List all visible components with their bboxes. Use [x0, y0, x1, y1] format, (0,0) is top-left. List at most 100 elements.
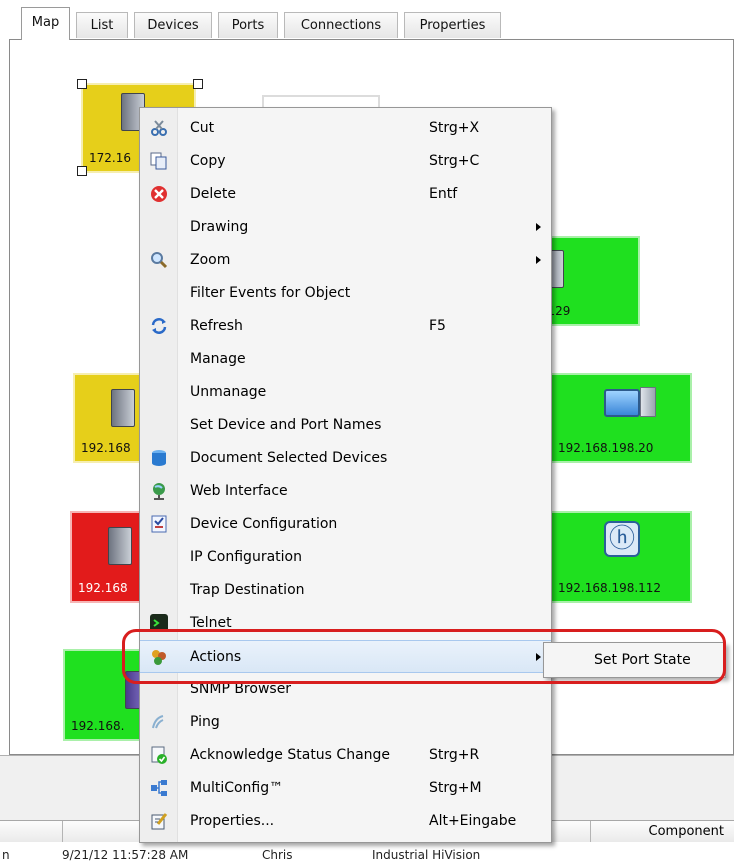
menu-item-label: Document Selected Devices	[190, 450, 388, 466]
menu-item-ping[interactable]: Ping	[140, 706, 551, 739]
menu-item-acknowledge-status[interactable]: Acknowledge Status Change Strg+R	[140, 739, 551, 772]
menu-item-set-device-port-names[interactable]: Set Device and Port Names	[140, 409, 551, 442]
event-row[interactable]: n 9/21/12 11:57:28 AM Chris Industrial H…	[0, 842, 734, 868]
menu-item-label: Ping	[190, 714, 220, 730]
menu-item-copy[interactable]: Copy Strg+C	[140, 145, 551, 178]
switch-icon	[111, 389, 135, 427]
menu-item-label: Cut	[190, 120, 215, 136]
device-node-ip: 192.168	[78, 581, 128, 595]
globe-icon	[150, 482, 168, 500]
menu-item-drawing[interactable]: Drawing	[140, 211, 551, 244]
submenu-arrow-icon	[536, 653, 541, 661]
pc-monitor-icon	[604, 389, 640, 417]
device-node-4[interactable]: 192.168.198.20	[550, 373, 692, 463]
menu-item-properties[interactable]: Properties... Alt+Eingabe	[140, 805, 551, 838]
event-cell: n	[2, 848, 10, 862]
tab-list[interactable]: List	[76, 12, 128, 38]
selection-handle[interactable]	[193, 79, 203, 89]
menu-item-label: Copy	[190, 153, 226, 169]
hivision-logo-icon: ⓗ	[604, 521, 640, 557]
actions-icon	[150, 648, 168, 666]
tab-properties[interactable]: Properties	[404, 12, 501, 38]
device-node-ip: 192.168.	[71, 719, 125, 733]
menu-item-label: Properties...	[190, 813, 275, 829]
menu-item-label: Trap Destination	[190, 582, 305, 598]
menu-item-shortcut: F5	[429, 318, 446, 334]
tab-devices[interactable]: Devices	[134, 12, 212, 38]
refresh-icon	[150, 317, 168, 335]
menu-item-trap-destination[interactable]: Trap Destination	[140, 574, 551, 607]
device-node-ip: 192.168	[81, 441, 131, 455]
menu-item-label: IP Configuration	[190, 549, 302, 565]
device-node-ip: 192.168.198.20	[558, 441, 654, 455]
submenu-arrow-icon	[536, 256, 541, 264]
menu-item-shortcut: Strg+X	[429, 120, 480, 136]
menu-item-label: Acknowledge Status Change	[190, 747, 391, 763]
menu-item-label: Zoom	[190, 252, 231, 268]
device-node-6[interactable]: ⓗ 192.168.198.112	[550, 511, 692, 603]
menu-item-label: Delete	[190, 186, 236, 202]
submenu-arrow-icon	[536, 223, 541, 231]
menu-item-telnet[interactable]: Telnet	[140, 607, 551, 640]
menu-item-shortcut: Strg+C	[429, 153, 480, 169]
menu-item-shortcut: Strg+M	[429, 780, 482, 796]
menu-item-unmanage[interactable]: Unmanage	[140, 376, 551, 409]
context-menu: Cut Strg+X Copy Strg+C Delete Entf Drawi…	[139, 107, 552, 843]
device-node-ip: 172.16	[89, 151, 131, 165]
properties-icon	[150, 812, 168, 830]
device-node-ip: 192.168.198.112	[558, 581, 662, 595]
tab-connections[interactable]: Connections	[284, 12, 398, 38]
menu-item-actions[interactable]: Actions	[140, 640, 551, 673]
event-timestamp: 9/21/12 11:57:28 AM	[62, 848, 189, 862]
actions-submenu: Set Port State	[543, 642, 726, 678]
menu-item-label: MultiConfig™	[190, 780, 284, 796]
menu-item-web-interface[interactable]: Web Interface	[140, 475, 551, 508]
column-header-component[interactable]: Component	[590, 821, 734, 843]
menu-item-shortcut: Entf	[429, 186, 458, 202]
ping-icon	[150, 713, 168, 731]
submenu-item-set-port-state[interactable]: Set Port State	[594, 643, 691, 677]
menu-item-label: Telnet	[190, 615, 232, 631]
selection-handle[interactable]	[77, 79, 87, 89]
menu-item-label: Web Interface	[190, 483, 288, 499]
menu-item-refresh[interactable]: Refresh F5	[140, 310, 551, 343]
column-header[interactable]	[0, 821, 63, 843]
acknowledge-icon	[150, 746, 168, 764]
multiconfig-icon	[150, 779, 168, 797]
magnifier-icon	[150, 251, 168, 269]
copy-icon	[150, 152, 168, 170]
terminal-icon	[150, 614, 168, 632]
menu-item-cut[interactable]: Cut Strg+X	[140, 112, 551, 145]
pc-tower-icon	[640, 387, 656, 417]
menu-item-manage[interactable]: Manage	[140, 343, 551, 376]
checklist-icon	[150, 515, 168, 533]
menu-item-label: Manage	[190, 351, 246, 367]
database-icon	[150, 449, 168, 467]
menu-item-label: Actions	[190, 649, 242, 665]
tab-map[interactable]: Map	[21, 7, 70, 40]
switch-icon	[108, 527, 132, 565]
menu-item-device-configuration[interactable]: Device Configuration	[140, 508, 551, 541]
menu-item-label: Unmanage	[190, 384, 267, 400]
event-component: Industrial HiVision	[372, 848, 481, 862]
menu-item-document-devices[interactable]: Document Selected Devices	[140, 442, 551, 475]
menu-item-label: Set Device and Port Names	[190, 417, 382, 433]
menu-item-label: Drawing	[190, 219, 249, 235]
menu-item-label: SNMP Browser	[190, 681, 292, 697]
menu-item-label: Filter Events for Object	[190, 285, 351, 301]
scissors-icon	[150, 119, 168, 137]
menu-item-shortcut: Strg+R	[429, 747, 480, 763]
menu-item-delete[interactable]: Delete Entf	[140, 178, 551, 211]
menu-item-shortcut: Alt+Eingabe	[429, 813, 517, 829]
event-user: Chris	[262, 848, 293, 862]
tab-strip: Map List Devices Ports Connections Prope…	[0, 0, 734, 40]
menu-item-filter-events[interactable]: Filter Events for Object	[140, 277, 551, 310]
menu-item-label: Refresh	[190, 318, 243, 334]
menu-item-ip-configuration[interactable]: IP Configuration	[140, 541, 551, 574]
selection-handle[interactable]	[77, 166, 87, 176]
menu-item-snmp-browser[interactable]: SNMP Browser	[140, 673, 551, 706]
tab-ports[interactable]: Ports	[218, 12, 278, 38]
menu-item-multiconfig[interactable]: MultiConfig™ Strg+M	[140, 772, 551, 805]
menu-item-zoom[interactable]: Zoom	[140, 244, 551, 277]
delete-icon	[150, 185, 168, 203]
